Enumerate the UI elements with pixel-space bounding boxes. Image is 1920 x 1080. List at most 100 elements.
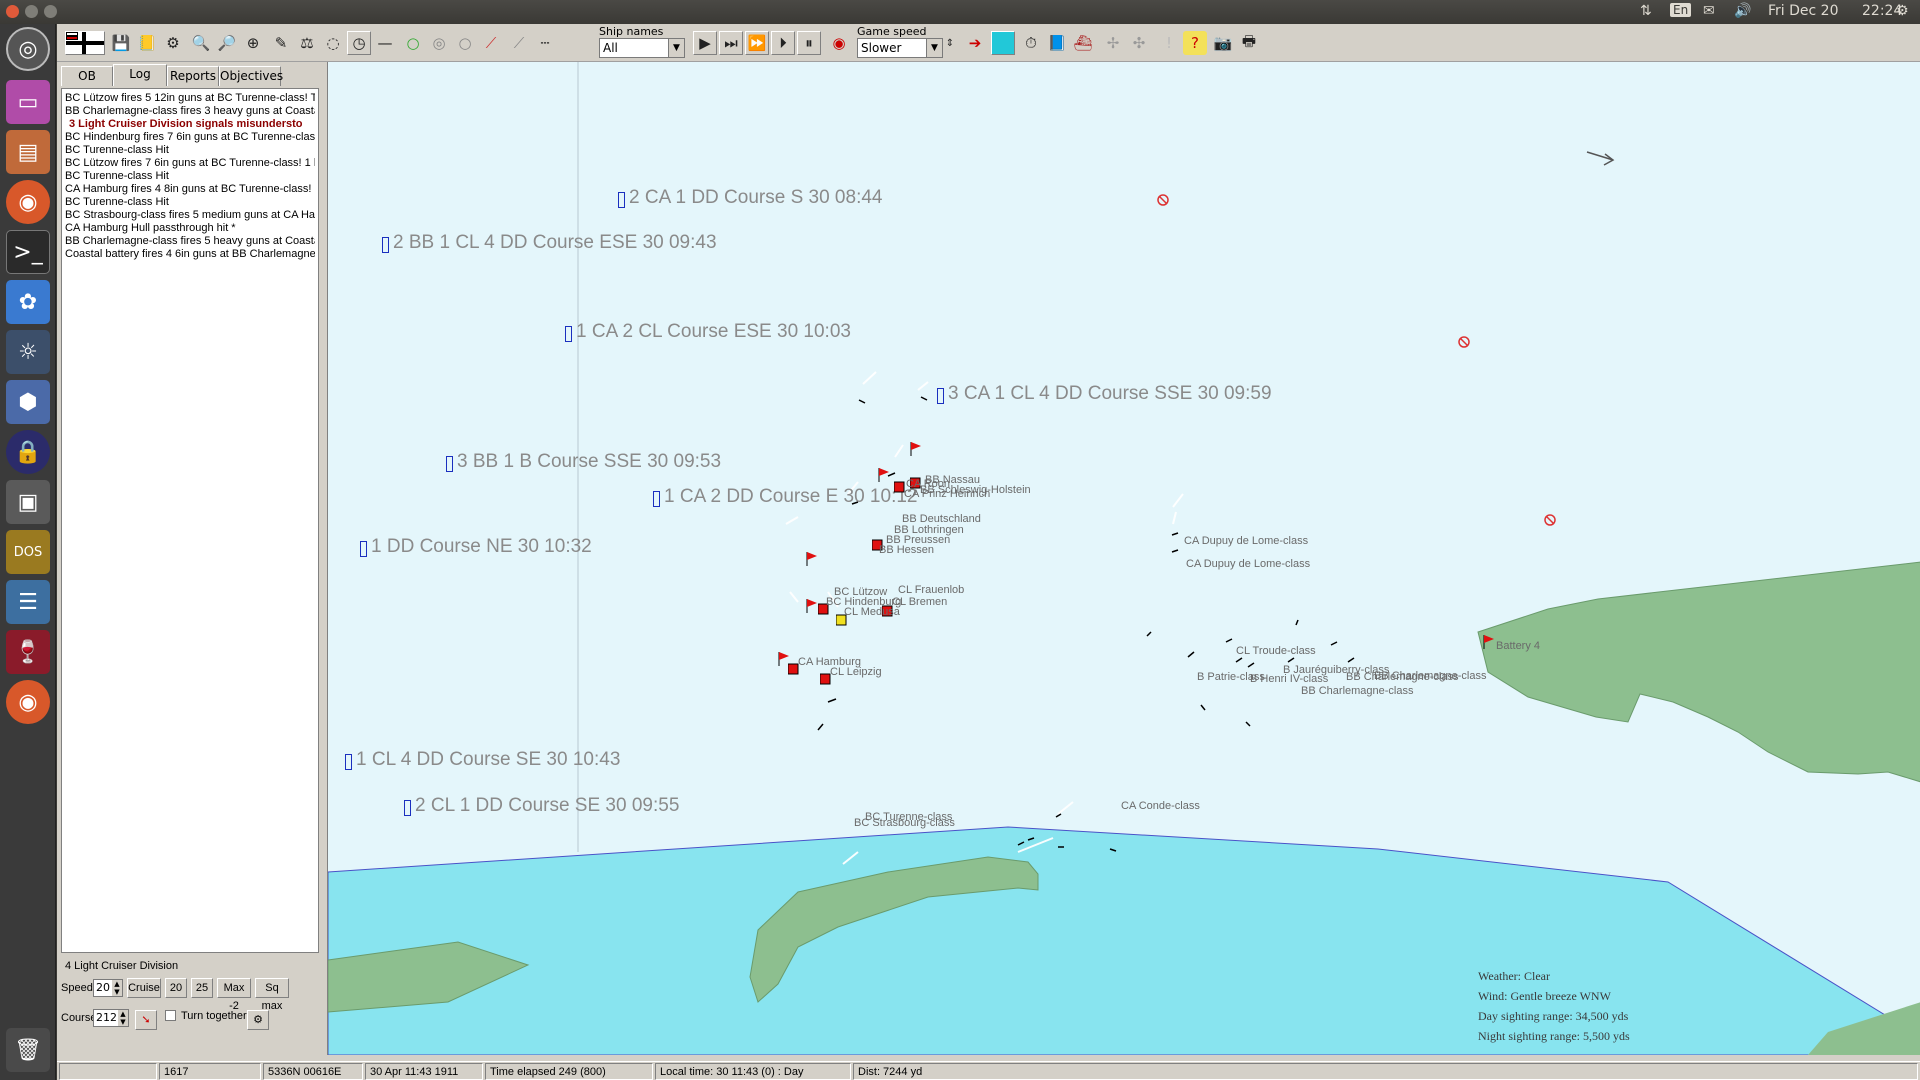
group-label[interactable]: 1 CA 2 CL Course ESE 30 10:03 [565, 321, 851, 343]
formation-add-icon[interactable]: ✣ [1127, 31, 1151, 55]
group-label[interactable]: 1 DD Course NE 30 10:32 [360, 536, 592, 558]
firefox-icon[interactable]: ◉ [6, 180, 50, 224]
turn-together-checkbox[interactable] [165, 1010, 176, 1021]
group-label[interactable]: 2 CA 1 DD Course S 30 08:44 [618, 187, 882, 209]
grey-ring-icon[interactable]: ○ [453, 31, 477, 55]
ruler-icon[interactable]: ⚖ [295, 31, 319, 55]
dosbox-icon[interactable]: DOS [6, 530, 50, 574]
ship-label[interactable]: CA Dupuy de Lome-class [1184, 535, 1308, 547]
tab-objectives[interactable]: Objectives [219, 66, 283, 86]
virtualbox-icon[interactable]: ⬢ [6, 380, 50, 424]
tab-ob[interactable]: OB [61, 66, 113, 86]
tab-reports[interactable]: Reports [167, 66, 219, 86]
ship-flag-icon[interactable] [878, 468, 890, 482]
group-label[interactable]: 1 CL 4 DD Course SE 30 10:43 [345, 749, 620, 771]
disabled-tool-icon[interactable]: ! [1157, 31, 1181, 55]
stopwatch-icon[interactable]: ⏱ [1019, 31, 1043, 55]
speed-stepper[interactable]: 20 ▲ ▼ [93, 979, 123, 997]
ship-label[interactable]: BB Charlemagne-class [1301, 685, 1414, 697]
speed-up-down-icon[interactable]: ⇕ [943, 31, 957, 55]
window-maximize-button[interactable] [44, 5, 57, 18]
log-list[interactable]: BC Lützow fires 5 12in guns at BC Turenn… [61, 88, 319, 953]
ship-label[interactable]: CA Dupuy de Lome-class [1186, 558, 1310, 570]
tab-log[interactable]: Log [113, 64, 167, 86]
ship-label[interactable]: CL Bremen [892, 596, 947, 608]
cruise-button[interactable]: Cruise [127, 978, 161, 998]
compass-icon[interactable]: ◌ [321, 31, 345, 55]
max-minus-2-button[interactable]: Max -2 [217, 978, 251, 1012]
ship-flag-icon[interactable] [806, 552, 818, 566]
ship-names-select[interactable]: All ▼ [599, 38, 685, 58]
ship-flag-icon[interactable] [910, 442, 922, 456]
red-arrow-icon[interactable]: ➔ [963, 31, 987, 55]
red-line-icon[interactable]: ⟋ [479, 31, 503, 55]
course-stepper[interactable]: 212 ▲ ▼ [93, 1009, 129, 1027]
text-editor-icon[interactable]: ☰ [6, 580, 50, 624]
screenshot-icon[interactable]: 📷 [1211, 31, 1235, 55]
group-label[interactable]: 3 CA 1 CL 4 DD Course SSE 30 09:59 [937, 383, 1272, 405]
step-icon[interactable]: ⏭ [719, 31, 743, 55]
stepper-arrows-icon[interactable]: ▲ ▼ [118, 1010, 128, 1026]
tactical-map[interactable]: 2 CA 1 DD Course S 30 08:44 2 BB 1 CL 4 … [327, 62, 1920, 1055]
speed-25-button[interactable]: 25 [191, 978, 213, 998]
green-circle-icon[interactable]: ○ [401, 31, 425, 55]
save-icon[interactable]: 💾 [109, 31, 133, 55]
pen-draw-icon[interactable]: ✎ [269, 31, 293, 55]
formation-icon[interactable]: ✢ [1101, 31, 1125, 55]
chevron-down-icon[interactable]: ▼ [668, 39, 684, 57]
ship-label[interactable]: BB Hessen [879, 544, 934, 556]
clock-date[interactable]: Fri Dec 20 [1768, 3, 1839, 19]
steam-icon[interactable]: ☼ [6, 330, 50, 374]
group-label[interactable]: 1 CA 2 DD Course E 30 10:12 [653, 486, 917, 508]
workspace-icon[interactable]: ▭ [6, 80, 50, 124]
group-label[interactable]: 3 BB 1 B Course SSE 30 09:53 [446, 451, 721, 473]
trash-icon[interactable]: 🗑 [6, 1028, 50, 1072]
zoom-in-icon[interactable]: 🔍 [189, 31, 213, 55]
color-picker-icon[interactable]: ✿ [6, 280, 50, 324]
ship-label[interactable]: CA Conde-class [1121, 800, 1200, 812]
window-app-icon[interactable]: ▣ [6, 480, 50, 524]
mail-icon[interactable]: ✉ [1703, 3, 1715, 19]
ship-label[interactable]: BB Charlemagne-class [1374, 670, 1487, 682]
step-forward-icon[interactable]: ⏩ [745, 31, 769, 55]
zoom-out-icon[interactable]: 🔎 [215, 31, 239, 55]
firefox-alt-icon[interactable]: ◉ [6, 680, 50, 724]
ship-label[interactable]: CL Troude-class [1236, 645, 1316, 657]
ship-label[interactable]: B Henri IV-class [1250, 673, 1328, 685]
fast-forward-icon[interactable]: ⏵ [771, 31, 795, 55]
volume-icon[interactable]: 🔊 [1734, 3, 1751, 19]
stepper-arrows-icon[interactable]: ▲ ▼ [112, 980, 122, 996]
window-minimize-button[interactable] [25, 5, 38, 18]
ship-label[interactable]: CA Prinz Heinrich [904, 488, 990, 500]
print-icon[interactable]: 🖶 [1237, 31, 1261, 55]
settings-gear-icon[interactable]: ⚙ [1896, 3, 1909, 19]
dash-home-icon[interactable]: ◎ [6, 27, 50, 71]
cursor-course-button[interactable]: ➘ [135, 1010, 157, 1030]
game-speed-select[interactable]: Slower ▼ [857, 38, 943, 58]
grey-line-icon[interactable]: ⟋ [507, 31, 531, 55]
ship-label[interactable]: CL Medusa [844, 606, 900, 618]
target-icon[interactable]: ◉ [827, 31, 851, 55]
speed-20-button[interactable]: 20 [165, 978, 187, 998]
ship-label[interactable]: Battery 4 [1496, 640, 1540, 652]
group-label[interactable]: 2 CL 1 DD Course SE 30 09:55 [404, 795, 679, 817]
line-icon[interactable]: — [373, 31, 397, 55]
ship-label[interactable]: CL Frauenlob [898, 584, 964, 596]
book-icon[interactable]: 📘 [1045, 31, 1069, 55]
lock-icon[interactable]: 🔒 [6, 430, 50, 474]
chevron-down-icon[interactable]: ▼ [926, 39, 942, 57]
grey-circle-icon[interactable]: ◎ [427, 31, 451, 55]
zoom-fit-icon[interactable]: ⊕ [241, 31, 265, 55]
wine-icon[interactable]: 🍷 [6, 630, 50, 674]
sq-max-button[interactable]: Sq max [255, 978, 289, 1012]
play-icon[interactable]: ▶ [693, 31, 717, 55]
ship-flag-icon[interactable] [1483, 635, 1495, 649]
ship-label[interactable]: CL Leipzig [830, 666, 882, 678]
terminal-icon[interactable]: >_ [6, 230, 50, 274]
notes-icon[interactable]: 📒 [135, 31, 159, 55]
ship-icon[interactable]: ⛴ [1071, 31, 1095, 55]
range-rings-icon[interactable]: ◷ [347, 31, 371, 55]
help-icon[interactable]: ? [1183, 31, 1207, 55]
network-icon[interactable]: ⇅ [1640, 3, 1652, 19]
settings-gear-icon[interactable]: ⚙ [247, 1010, 269, 1030]
